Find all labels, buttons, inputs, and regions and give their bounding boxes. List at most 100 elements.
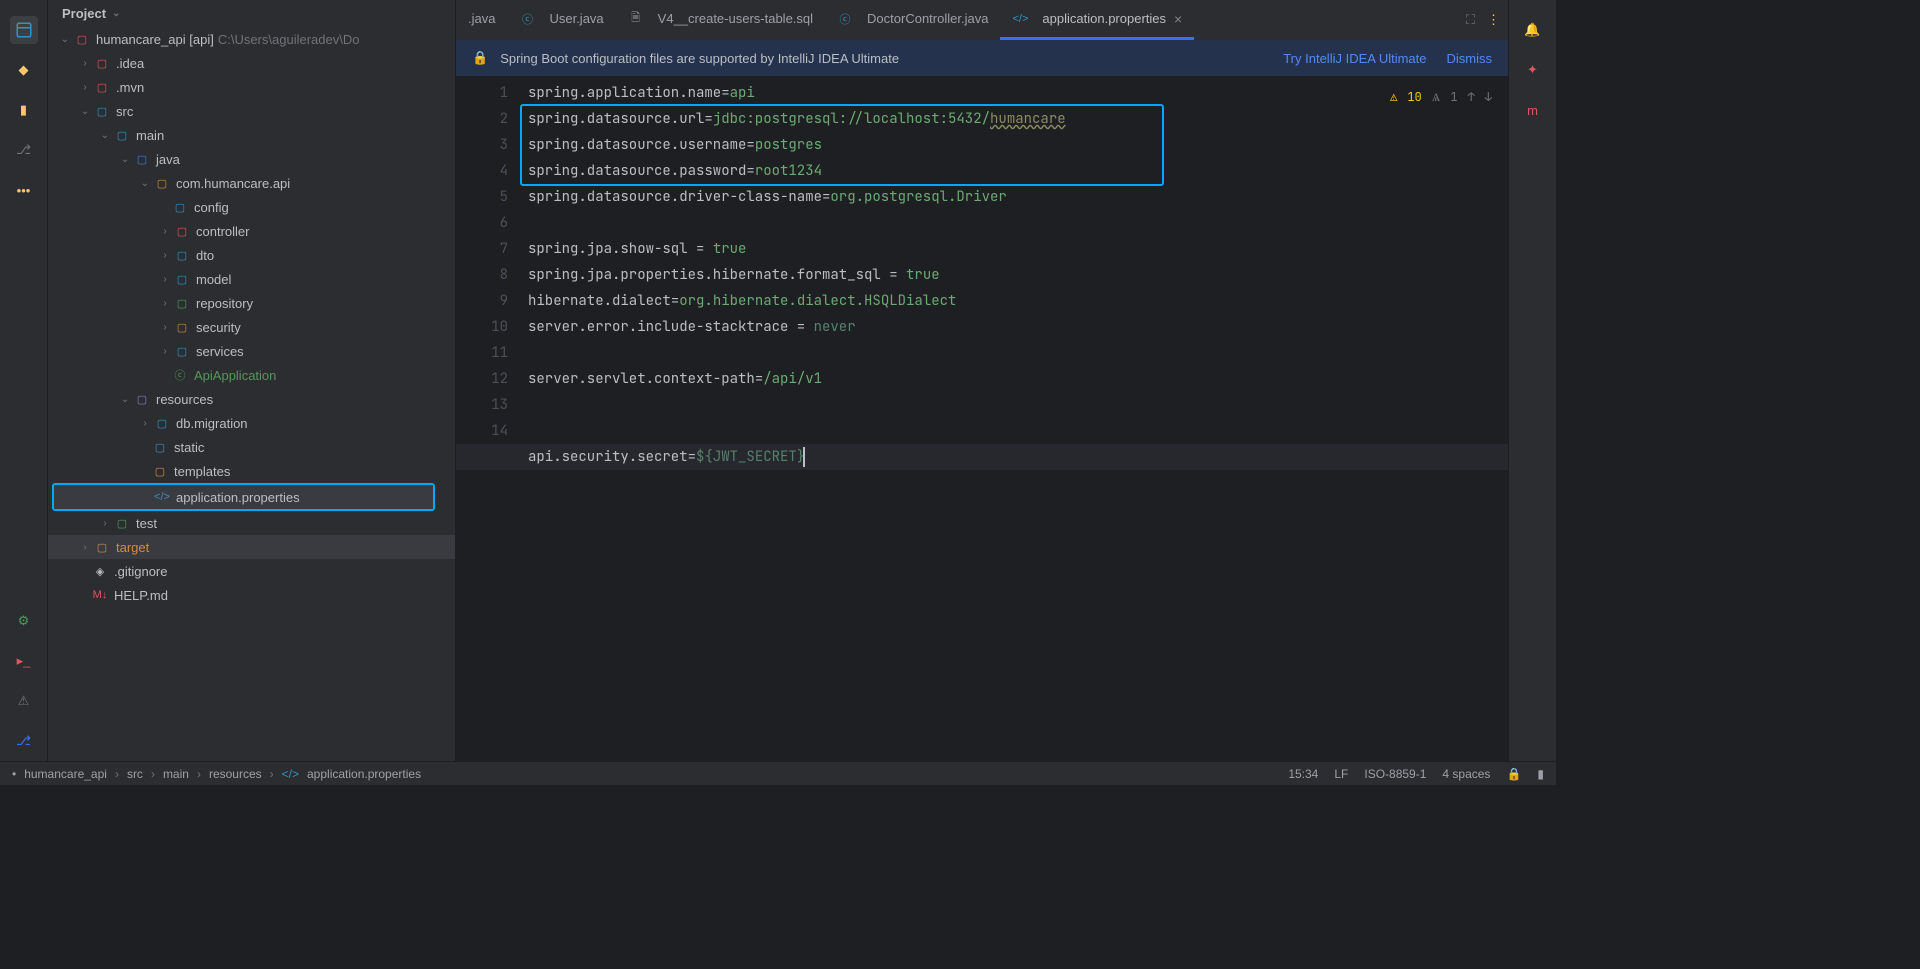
pull-requests-tool-icon[interactable]: ⎇ <box>10 136 38 164</box>
more-tool-icon[interactable]: ••• <box>10 176 38 204</box>
readonly-icon[interactable]: 🔒 <box>1506 767 1521 781</box>
tree-item-dto[interactable]: › ▢ dto <box>48 243 455 267</box>
tree-label: .gitignore <box>114 564 167 579</box>
project-panel: Project ⌄ ⌄ ▢ humancare_api [api] C:\Use… <box>48 0 456 761</box>
warning-icon: ⚠ <box>1390 84 1397 110</box>
tree-item-package[interactable]: ⌄ ▢ com.humancare.api <box>48 171 455 195</box>
tree-label: src <box>116 104 133 119</box>
tree-item-apiapplication[interactable]: ⓒ ApiApplication <box>48 363 455 387</box>
right-toolbar: 🔔 ✦ m <box>1508 0 1556 761</box>
sql-file-icon: 🗎 <box>628 11 644 27</box>
tree-item-test[interactable]: › ▢ test <box>48 511 455 535</box>
status-indent[interactable]: 4 spaces <box>1442 767 1490 781</box>
gutter: 123 456 789 101112 131415 <box>456 76 528 761</box>
tree-item-templates[interactable]: ▢ templates <box>48 459 455 483</box>
dismiss-banner-link[interactable]: Dismiss <box>1447 51 1493 66</box>
tree-label: db.migration <box>176 416 248 431</box>
more-tabs-icon[interactable]: ⋮ <box>1487 12 1500 28</box>
tree-root[interactable]: ⌄ ▢ humancare_api [api] C:\Users\aguiler… <box>48 27 455 51</box>
problems-tool-icon[interactable]: ⚠ <box>10 687 38 715</box>
tab-sql[interactable]: 🗎V4__create-users-table.sql <box>616 0 825 40</box>
notifications-icon[interactable]: 🔔 <box>1519 16 1547 44</box>
tree-item-controller[interactable]: › ▢ controller <box>48 219 455 243</box>
try-ultimate-link[interactable]: Try IntelliJ IDEA Ultimate <box>1283 51 1426 66</box>
editor-area: .java ⓒUser.java 🗎V4__create-users-table… <box>456 0 1508 761</box>
bookmarks-tool-icon[interactable]: ▮ <box>10 96 38 124</box>
code-editor[interactable]: 123 456 789 101112 131415 spring.applica… <box>456 76 1508 761</box>
maven-tool-icon[interactable]: m <box>1519 96 1547 124</box>
tab-java[interactable]: .java <box>456 0 507 40</box>
properties-file-icon: </> <box>282 767 299 781</box>
breadcrumb-segment[interactable]: main <box>163 767 189 781</box>
next-problem-icon[interactable]: ↓ <box>1485 84 1492 110</box>
folder-icon: ▢ <box>174 295 190 311</box>
tab-user[interactable]: ⓒUser.java <box>507 0 615 40</box>
close-tab-icon[interactable]: × <box>1174 11 1182 27</box>
project-tool-icon[interactable] <box>10 16 38 44</box>
tree-item-resources[interactable]: ⌄ ▢ resources <box>48 387 455 411</box>
code-inspection-indicators[interactable]: ⚠10 Ѧ1 ↑ ↓ <box>1390 84 1492 110</box>
tree-item-services[interactable]: › ▢ services <box>48 339 455 363</box>
tree-item-main[interactable]: ⌄ ▢ main <box>48 123 455 147</box>
tree-label: test <box>136 516 157 531</box>
status-encoding[interactable]: ISO-8859-1 <box>1364 767 1426 781</box>
tree-item-static[interactable]: ▢ static <box>48 435 455 459</box>
file-icon: ◈ <box>92 563 108 579</box>
chevron-down-icon: ⌄ <box>98 128 112 142</box>
breadcrumb-segment[interactable]: humancare_api <box>24 767 107 781</box>
typo-icon: Ѧ <box>1432 84 1441 110</box>
tree-item-help[interactable]: M↓ HELP.md <box>48 583 455 607</box>
memory-icon[interactable]: ▮ <box>1537 767 1544 781</box>
markdown-file-icon: M↓ <box>92 587 108 603</box>
tree-label: templates <box>174 464 230 479</box>
prev-problem-icon[interactable]: ↑ <box>1468 84 1475 110</box>
chevron-down-icon: ⌄ <box>138 176 152 190</box>
expand-icon[interactable]: ⛶ <box>1466 12 1475 28</box>
folder-icon: ▢ <box>114 127 130 143</box>
folder-icon: ▢ <box>134 151 150 167</box>
tree-item-security[interactable]: › ▢ security <box>48 315 455 339</box>
chevron-right-icon: › <box>158 272 172 286</box>
folder-icon: ▢ <box>134 391 150 407</box>
tree-item-application-properties[interactable]: </> application.properties <box>52 483 435 511</box>
left-toolbar: ◆ ▮ ⎇ ••• ⚙ ▸_ ⚠ ⎇ <box>0 0 48 761</box>
tree-item-src[interactable]: ⌄ ▢ src <box>48 99 455 123</box>
tree-item-idea[interactable]: › ▢ .idea <box>48 51 455 75</box>
ai-assistant-icon[interactable]: ✦ <box>1519 56 1547 84</box>
tree-label: .idea <box>116 56 144 71</box>
folder-icon: ▢ <box>172 199 188 215</box>
tree-path: C:\Users\aguileradev\Do <box>218 32 360 47</box>
status-time[interactable]: 15:34 <box>1288 767 1318 781</box>
folder-icon: ▢ <box>174 343 190 359</box>
status-line-separator[interactable]: LF <box>1334 767 1348 781</box>
folder-icon: ▢ <box>94 539 110 555</box>
git-tool-icon[interactable]: ⎇ <box>10 727 38 755</box>
tree-item-config[interactable]: ▢ config <box>48 195 455 219</box>
breadcrumb-segment[interactable]: src <box>127 767 143 781</box>
tree-item-dbmigration[interactable]: › ▢ db.migration <box>48 411 455 435</box>
folder-icon: ▢ <box>174 271 190 287</box>
tree-item-mvn[interactable]: › ▢ .mvn <box>48 75 455 99</box>
tree-item-gitignore[interactable]: ◈ .gitignore <box>48 559 455 583</box>
folder-icon: ▢ <box>94 103 110 119</box>
tree-label: controller <box>196 224 249 239</box>
tree-label: HELP.md <box>114 588 168 603</box>
tab-doctorcontroller[interactable]: ⓒDoctorController.java <box>825 0 1000 40</box>
chevron-right-icon: › <box>138 416 152 430</box>
folder-icon: ▢ <box>154 175 170 191</box>
tree-item-java[interactable]: ⌄ ▢ java <box>48 147 455 171</box>
breadcrumb-segment[interactable]: resources <box>209 767 262 781</box>
breadcrumb-segment[interactable]: </>application.properties <box>282 767 421 781</box>
tree-item-model[interactable]: › ▢ model <box>48 267 455 291</box>
tab-application-properties[interactable]: </>application.properties× <box>1000 0 1194 40</box>
settings-tool-icon[interactable]: ⚙ <box>10 607 38 635</box>
code-body[interactable]: spring.application.name=api spring.datas… <box>528 76 1508 761</box>
project-panel-header[interactable]: Project ⌄ <box>48 0 455 27</box>
commit-tool-icon[interactable]: ◆ <box>10 56 38 84</box>
tree-label: resources <box>156 392 213 407</box>
chevron-right-icon: › <box>270 767 274 781</box>
chevron-right-icon: › <box>158 344 172 358</box>
tree-item-repository[interactable]: › ▢ repository <box>48 291 455 315</box>
tree-item-target[interactable]: › ▢ target <box>48 535 455 559</box>
terminal-tool-icon[interactable]: ▸_ <box>10 647 38 675</box>
